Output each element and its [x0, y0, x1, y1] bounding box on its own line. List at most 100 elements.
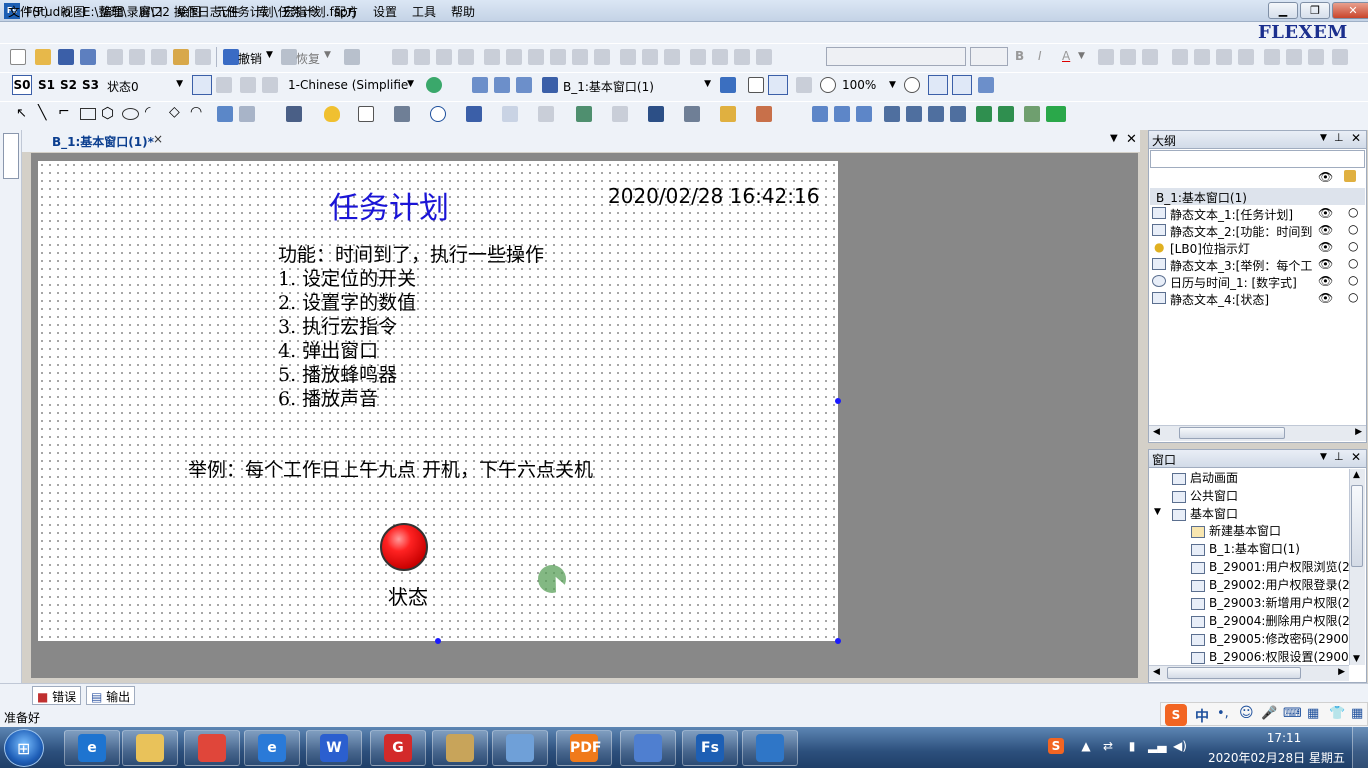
- sogou-logo-icon[interactable]: S: [1165, 704, 1187, 726]
- upload-icon[interactable]: [950, 106, 966, 122]
- status-label-text[interactable]: 状态: [388, 581, 428, 610]
- new-file-icon[interactable]: [10, 49, 26, 65]
- align-bottom-icon[interactable]: [594, 49, 610, 65]
- resize-handle[interactable]: [835, 638, 841, 644]
- font-grow-icon[interactable]: [1264, 49, 1280, 65]
- download-icon[interactable]: [884, 106, 900, 122]
- eye-icon[interactable]: 👁: [1318, 274, 1333, 288]
- ungroup-icon[interactable]: [712, 49, 728, 65]
- calendar-time-display[interactable]: 2020/02/28 16:42:16: [608, 184, 819, 208]
- align-icon[interactable]: [458, 49, 474, 65]
- function-description-line[interactable]: 功能：时间到了，执行一些操作: [278, 240, 544, 267]
- close-button[interactable]: ✕: [1332, 2, 1368, 19]
- text-input-icon[interactable]: [394, 106, 410, 122]
- text-direction-icon[interactable]: [1332, 49, 1348, 65]
- volume-icon[interactable]: ◀): [1172, 738, 1188, 754]
- menu-tools[interactable]: 工具: [412, 3, 436, 20]
- align-top-icon[interactable]: [550, 49, 566, 65]
- function-description-line[interactable]: 6. 播放声音: [278, 384, 378, 411]
- outline-item[interactable]: 静态文本_3:[举例：每个工 👁 ○: [1150, 256, 1365, 273]
- italic-icon[interactable]: I: [1038, 49, 1042, 63]
- keyboard-icon[interactable]: ⌨: [1283, 706, 1302, 721]
- function-description-line[interactable]: 2. 设置字的数值: [278, 288, 416, 315]
- select-pointer-icon[interactable]: ↖: [16, 106, 27, 121]
- font-color-dropdown-icon[interactable]: ▼: [1078, 51, 1085, 61]
- state-3-button[interactable]: S3: [82, 78, 99, 92]
- taskbar-app-fstudio[interactable]: Fs: [682, 730, 738, 766]
- window-list-icon[interactable]: [516, 77, 532, 93]
- tab-errors[interactable]: ■ 错误: [32, 686, 82, 705]
- scroll-thumb[interactable]: [1167, 667, 1301, 679]
- outline-item[interactable]: 静态文本_1:[任务计划] 👁 ○: [1150, 205, 1365, 222]
- save-all-icon[interactable]: [80, 49, 96, 65]
- language-l3-icon[interactable]: [240, 77, 256, 93]
- menu-settings[interactable]: 设置: [373, 3, 397, 20]
- same-width-icon[interactable]: [620, 49, 636, 65]
- polyline-icon[interactable]: ⌐: [58, 104, 70, 120]
- menu-library[interactable]: 库: [256, 3, 268, 20]
- text-align-center-icon[interactable]: [1120, 49, 1136, 65]
- taskbar-app-remote[interactable]: [492, 730, 548, 766]
- globe-icon[interactable]: [426, 77, 442, 93]
- tree-item[interactable]: B_29002:用户权限登录(29: [1191, 576, 1357, 593]
- undo-dropdown-icon[interactable]: ▼: [266, 50, 273, 60]
- minimize-button[interactable]: ▁: [1268, 2, 1298, 19]
- power-icon[interactable]: ▮: [1124, 738, 1140, 754]
- font-color-icon[interactable]: A: [1062, 49, 1070, 63]
- sector-icon[interactable]: ◠: [190, 104, 202, 120]
- copy-icon[interactable]: [129, 49, 145, 65]
- menu-draw[interactable]: 绘图: [177, 3, 201, 20]
- lock-toggle-icon[interactable]: ○: [1348, 256, 1358, 270]
- tree-item[interactable]: 基本窗口: [1172, 505, 1238, 522]
- example-text[interactable]: 举例：每个工作日上午九点 开机，下午六点关机: [188, 455, 593, 482]
- scroll-thumb[interactable]: [1179, 427, 1285, 439]
- align-center-icon[interactable]: [506, 49, 522, 65]
- taskbar-app-layers[interactable]: [742, 730, 798, 766]
- function-description-line[interactable]: 4. 弹出窗口: [278, 336, 378, 363]
- eye-icon[interactable]: 👁: [1318, 291, 1333, 305]
- taskbar-app-pdf[interactable]: PDF: [556, 730, 612, 766]
- same-size-icon[interactable]: [664, 49, 680, 65]
- font-name-combo[interactable]: [826, 47, 966, 66]
- simulate-icon[interactable]: [1024, 106, 1040, 122]
- language-l2-icon[interactable]: [216, 77, 232, 93]
- grid-icon[interactable]: [928, 75, 948, 95]
- tree-item[interactable]: B_29004:删除用户权限(29: [1191, 612, 1357, 629]
- outline-item[interactable]: 静态文本_2:[功能：时间到 👁 ○: [1150, 222, 1365, 239]
- function-description-line[interactable]: 5. 播放蜂鸣器: [278, 360, 397, 387]
- compile-all-icon[interactable]: [834, 106, 850, 122]
- eye-icon[interactable]: 👁: [1318, 240, 1333, 254]
- microphone-icon[interactable]: 🎤: [1261, 706, 1277, 721]
- frame-icon[interactable]: [748, 77, 764, 93]
- taskbar-app-wps-writer[interactable]: W: [306, 730, 362, 766]
- eye-icon[interactable]: 👁: [1318, 170, 1333, 184]
- menu-view[interactable]: 视图: [61, 3, 85, 20]
- arc-icon[interactable]: ◜: [145, 104, 150, 120]
- save-icon[interactable]: [58, 49, 74, 65]
- redo-icon[interactable]: [281, 49, 297, 65]
- tree-item[interactable]: 新建基本窗口: [1191, 522, 1281, 539]
- taskbar-app-recorder[interactable]: [432, 730, 488, 766]
- text-icon[interactable]: [1194, 49, 1210, 65]
- text-align-left-icon[interactable]: [1098, 49, 1114, 65]
- window-horizontal-scrollbar[interactable]: ◀ ▶: [1149, 665, 1349, 681]
- taskbar-app-wps-office[interactable]: G: [370, 730, 426, 766]
- lock-toggle-icon[interactable]: ○: [1348, 273, 1358, 287]
- align-icon[interactable]: [414, 49, 430, 65]
- panel-close-icon[interactable]: ✕: [1351, 450, 1361, 464]
- upload-icon[interactable]: [928, 106, 944, 122]
- text-align-right-icon[interactable]: [1142, 49, 1158, 65]
- macro-icon[interactable]: [756, 106, 772, 122]
- menu-edit[interactable]: 编辑: [100, 3, 124, 20]
- scroll-up-icon[interactable]: ▲: [1353, 470, 1360, 480]
- menu-file[interactable]: 文件(F): [8, 3, 48, 20]
- lock-toggle-icon[interactable]: ○: [1348, 222, 1358, 236]
- menu-help[interactable]: 帮助: [451, 3, 475, 20]
- text-direction-icon[interactable]: [1308, 49, 1324, 65]
- font-size-combo[interactable]: [970, 47, 1008, 66]
- bulb-icon[interactable]: [324, 106, 340, 122]
- tab-close-icon[interactable]: ×: [153, 132, 163, 146]
- outline-horizontal-scrollbar[interactable]: ◀ ▶: [1149, 425, 1366, 441]
- bar-graph-icon[interactable]: [466, 106, 482, 122]
- language-combo[interactable]: 1-Chinese (Simplifie ▼: [285, 76, 417, 95]
